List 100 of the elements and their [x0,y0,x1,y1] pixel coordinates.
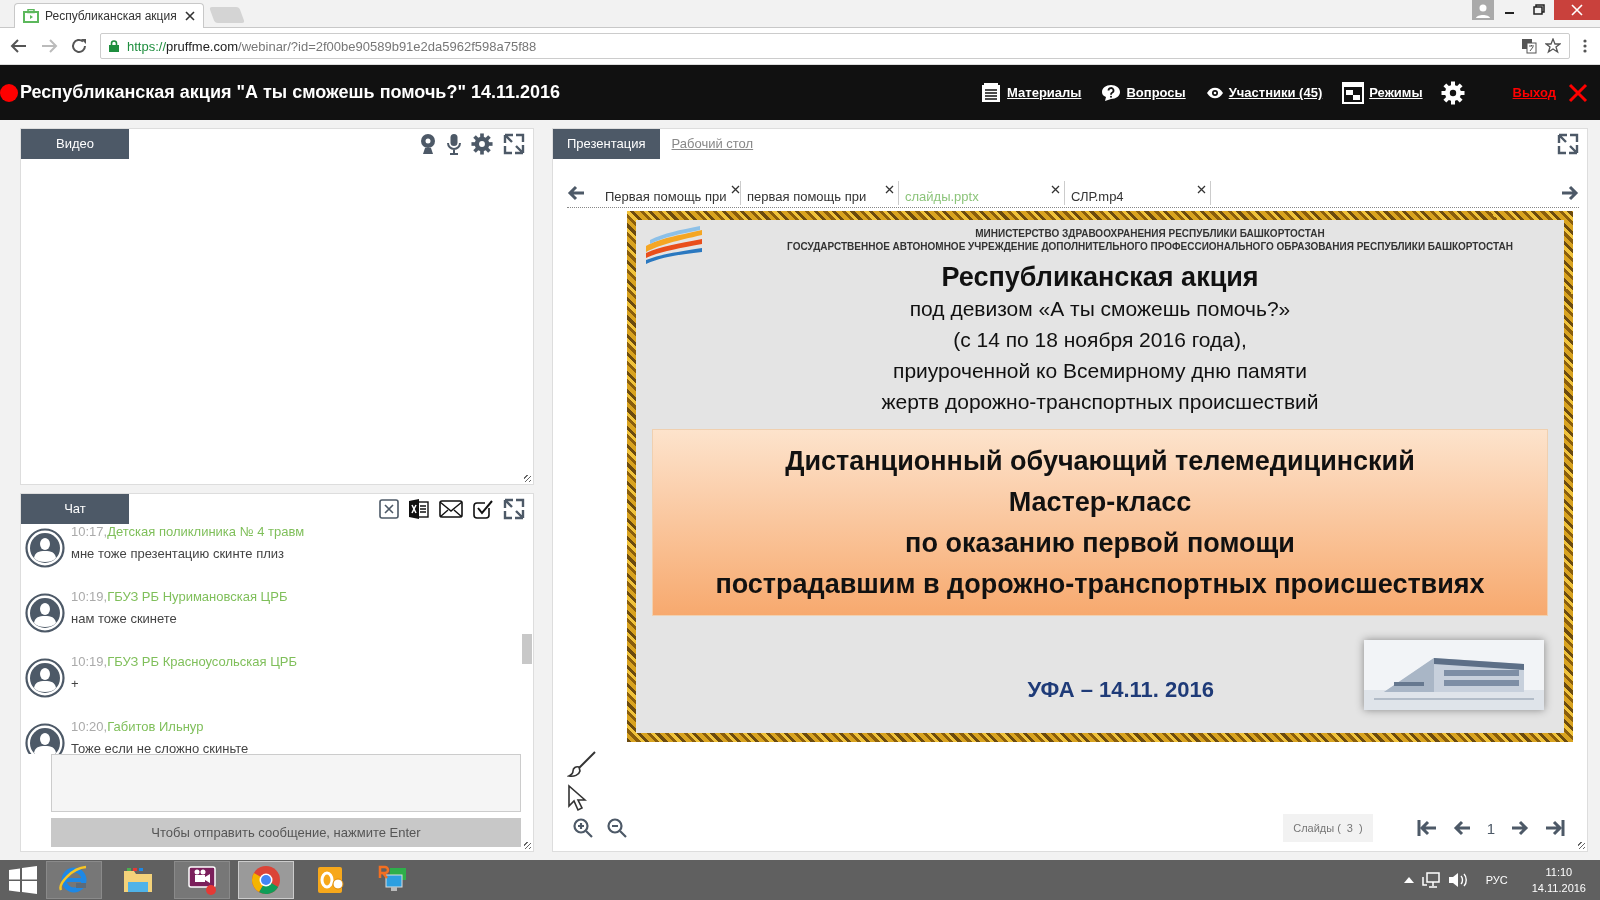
translate-icon[interactable] [1521,38,1537,54]
caret-icon[interactable] [1403,877,1414,883]
browser-tab[interactable]: Республиканская акция [14,3,204,28]
message-author: ГБУЗ РБ Нуримановская ЦРБ [107,589,288,604]
language-indicator[interactable]: РУС [1485,874,1508,886]
close-icon[interactable] [185,11,195,21]
arrow-left-icon[interactable] [567,185,585,201]
message-text: мне тоже презентацию скинте плиз [71,546,286,561]
clock-date[interactable]: 14.11.2016 [1531,880,1586,896]
banner-text: Дистанционный обучающий телемедицинский [785,444,1415,478]
question-bubble-icon [1101,83,1122,102]
back-icon[interactable] [10,38,28,54]
expand-icon[interactable] [503,498,525,520]
pointer-icon[interactable] [567,784,587,812]
zoom-out-icon[interactable] [607,818,627,838]
slide-subtitle: (с 14 по 18 ноября 2016 года), [953,327,1247,353]
message-text: Тоже если не сложно скиньте [71,741,249,754]
panel-tab[interactable]: Рабочий стол [669,129,756,159]
brush-icon[interactable] [567,750,597,780]
message-time: 10:19, [71,589,108,604]
slide-date: УФА – 14.11. 2016 [1027,676,1214,703]
file-tab[interactable]: первая помощь при [747,181,899,205]
address-field[interactable]: https://pruffme.com/webinar/?id=2f00be90589b91e2da5962f598a75f88 [100,33,1570,59]
eye-icon [1205,85,1224,100]
url-text: https://pruffme.com/webinar/?id=2f00be90589b91e2da5962f598a75f88 [127,38,537,54]
avatar-icon [25,658,65,698]
nav-link[interactable]: Материалы [980,81,1082,104]
scrollbar-thumb[interactable] [522,634,532,664]
slide-subtitle: под девизом «А ты сможешь помочь?» [909,296,1291,322]
arrow-left-icon[interactable] [1452,820,1471,836]
panel-tab[interactable]: Презентация [553,129,660,159]
message-text: нам тоже скинете [71,611,178,626]
spreadsheet-icon[interactable] [409,499,429,519]
window-icon [1342,81,1365,104]
nav-link[interactable]: Вопросы [1101,83,1186,102]
avatar-icon [25,528,65,568]
settings-icon[interactable] [1440,80,1465,105]
lock-icon [109,40,119,52]
briefcase-icon [23,9,39,23]
banner-text: пострадавшим в дорожно-транспортных происшествиях [715,567,1485,601]
slide-counter: Слайды ( 3 ) [1283,814,1373,842]
message-field[interactable] [51,754,521,812]
expand-icon[interactable] [1557,133,1579,155]
page-number: 1 [1486,819,1495,837]
close-icon[interactable] [730,185,740,194]
close-icon[interactable] [1051,185,1060,194]
reload-icon[interactable] [70,37,88,55]
clock-time[interactable]: 11:10 [1531,864,1586,880]
video-camera-icon [186,864,218,896]
book-logo-icon [644,226,704,264]
slide-header-text: МИНИСТЕРСТВО ЗДРАВООХРАНЕНИЯ РЕСПУБЛИКИ БАШКОРТОСТАН [974,228,1326,239]
network-icon[interactable] [1421,871,1440,889]
message-time: 10:19, [71,654,108,669]
clear-icon[interactable] [379,499,399,519]
arrow-right-icon[interactable] [1561,185,1579,201]
slide-subtitle: жертв дорожно-транспортных происшествий [881,389,1319,415]
exit-link[interactable]: Выход [1512,85,1556,100]
slide-subtitle: приуроченной ко Всемирному дню памяти [893,358,1307,384]
nav-link[interactable]: Режимы [1342,81,1423,104]
last-page-icon[interactable] [1545,819,1565,837]
taskbar-app[interactable] [174,861,230,899]
file-tab[interactable]: СЛР.mp4 [1071,181,1211,205]
send-hint-bar[interactable]: Чтобы отправить сообщение, нажмите Enter [51,818,521,847]
banner-text: Мастер-класс [1008,485,1192,519]
first-page-icon[interactable] [1416,819,1437,837]
close-icon[interactable] [1197,185,1206,194]
windows-logo-icon[interactable] [8,865,38,895]
tab-title: Республиканская акция [45,9,178,23]
panel-tab[interactable]: Чат [21,494,129,524]
slide-header-text: ГОСУДАРСТВЕННОЕ АВТОНОМНОЕ УЧРЕЖДЕНИЕ ДОПОЛНИТЕЛЬНОГО ПРОФЕССИОНАЛЬНОГО ОБРАЗОВАНИЯ РЕСПУБЛИКИ БАШКОРТОСТАН [786,241,1514,252]
microphone-icon[interactable] [447,133,461,155]
chrome-icon [250,864,282,896]
resize-handle[interactable] [524,842,531,849]
avatar-icon [25,593,65,633]
panel-tab[interactable]: Видео [21,129,129,159]
message-text: + [71,676,80,691]
menu-icon[interactable] [1582,38,1588,54]
settings-icon[interactable] [471,133,493,155]
arrow-right-icon[interactable] [1511,820,1529,836]
webcam-icon[interactable] [419,133,437,155]
resize-handle[interactable] [524,475,531,482]
list-icon [980,81,1003,104]
resize-handle[interactable] [1578,842,1585,849]
expand-icon[interactable] [503,133,525,155]
banner-text: по оказанию первой помощи [905,526,1295,560]
slide-title: Республиканская акция [941,262,1259,293]
message-author: Габитов Ильнур [107,719,204,734]
star-icon[interactable] [1545,38,1561,54]
message-time: 10:20, [71,719,108,734]
file-tab[interactable]: Первая помощь при [591,181,741,205]
close-icon[interactable] [885,185,894,194]
envelope-icon[interactable] [439,500,463,518]
nav-link[interactable]: Участники (45) [1205,85,1323,100]
message-author: ГБУЗ РБ Красноусольская ЦРБ [107,654,297,669]
message-time: 10:17, [71,524,108,539]
message-author: Детская поликлиника № 4 травм [107,524,305,539]
webinar-title: Республиканская акция "А ты сможешь помочь?" 14.11.2016 [20,82,561,103]
zoom-in-icon[interactable] [573,818,593,838]
speaker-icon[interactable] [1447,871,1468,889]
checkbox-icon[interactable] [473,499,493,519]
